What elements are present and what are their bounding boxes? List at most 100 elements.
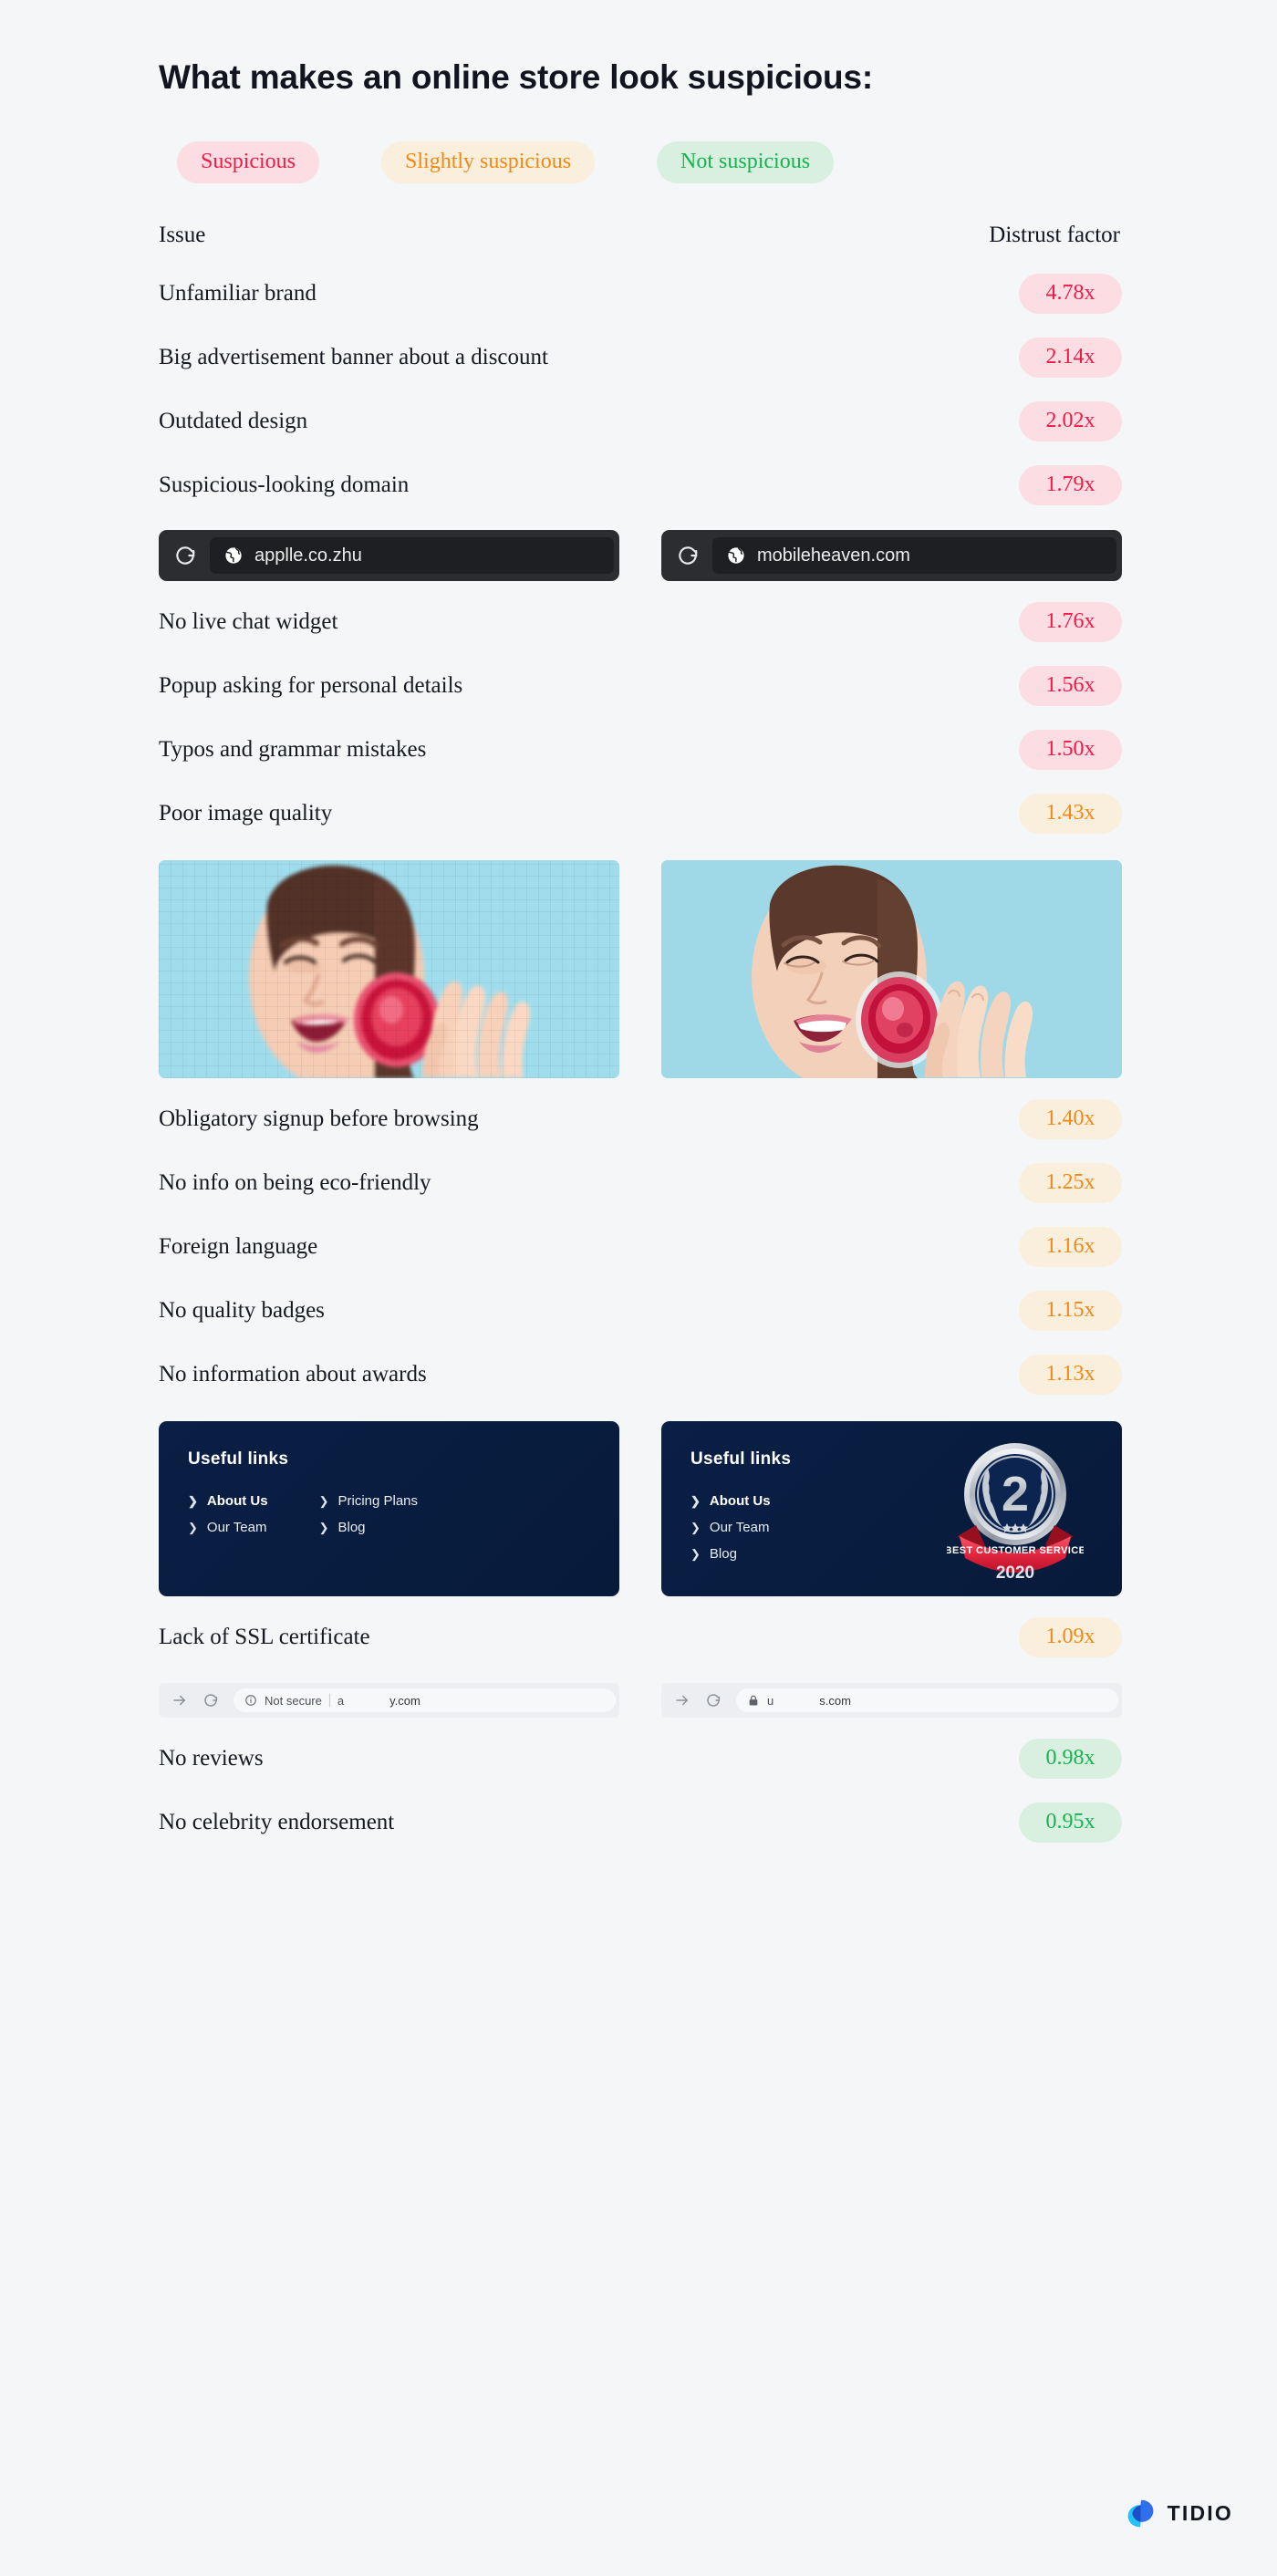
url-host: s.com	[819, 1693, 851, 1708]
row-label: Big advertisement banner about a discoun…	[159, 345, 548, 369]
row-label: Poor image quality	[159, 801, 333, 826]
row-label: No celebrity endorsement	[159, 1810, 395, 1834]
footer-link-about-us[interactable]: ❯ About Us	[690, 1493, 771, 1509]
table-row: No quality badges 1.15x	[159, 1287, 1122, 1334]
woman-with-cosmetic-jar-image	[661, 860, 1122, 1079]
table-row: Obligatory signup before browsing 1.40x	[159, 1096, 1122, 1142]
reload-icon[interactable]	[202, 1692, 219, 1709]
status-badge: 1.25x	[1019, 1162, 1122, 1203]
table-row: Popup asking for personal details 1.56x	[159, 662, 1122, 709]
status-badge: 1.43x	[1019, 793, 1122, 834]
browser-bar-not-secure: Not secure a y.com	[159, 1683, 619, 1719]
table-row: Poor image quality 1.43x	[159, 790, 1122, 836]
chevron-right-icon: ❯	[690, 1521, 701, 1535]
status-badge: 2.14x	[1019, 337, 1122, 378]
status-badge: 1.16x	[1019, 1226, 1122, 1267]
legend-item-suspicious: Suspicious	[177, 141, 320, 184]
status-badge: 1.15x	[1019, 1290, 1122, 1331]
award-badge: 2 BEST CUSTOMER SERVICE 2020	[947, 1438, 1084, 1584]
forward-arrow-icon[interactable]	[171, 1692, 188, 1709]
table-row: No info on being eco-friendly 1.25x	[159, 1159, 1122, 1206]
reload-icon[interactable]	[173, 544, 197, 567]
forward-arrow-icon[interactable]	[674, 1692, 690, 1709]
footer-link-label: Blog	[709, 1546, 737, 1563]
status-badge: 1.09x	[1019, 1616, 1122, 1657]
footer-link-label: About Us	[206, 1493, 268, 1510]
best-customer-service-medal-icon: 2 BEST CUSTOMER SERVICE 2020	[947, 1443, 1084, 1583]
url-text: mobileheaven.com	[757, 545, 910, 566]
photo-low-quality	[159, 860, 619, 1079]
award-ribbon-text: BEST CUSTOMER SERVICE	[947, 1545, 1084, 1556]
status-badge: 1.76x	[1019, 601, 1122, 642]
footer-card-without-badge: Useful links ❯ About Us ❯ Our Team ❯ Pri…	[159, 1421, 619, 1597]
footer-link-label: Blog	[337, 1520, 366, 1536]
footer-link-label: About Us	[709, 1493, 771, 1510]
table-row: No live chat widget 1.76x	[159, 598, 1122, 645]
chevron-right-icon: ❯	[690, 1494, 701, 1509]
table-row: No reviews 0.98x	[159, 1735, 1122, 1781]
row-label: Popup asking for personal details	[159, 673, 463, 698]
page-title: What makes an online store look suspicio…	[159, 58, 873, 96]
footer-link-about-us[interactable]: ❯ About Us	[188, 1493, 268, 1509]
url-prefix: a	[337, 1693, 345, 1708]
reload-icon[interactable]	[676, 544, 700, 567]
status-badge: 1.56x	[1019, 665, 1122, 706]
legend-item-not-suspicious: Not suspicious	[657, 141, 835, 184]
row-label: No reviews	[159, 1746, 264, 1771]
table-row: Unfamiliar brand 4.78x	[159, 270, 1122, 317]
footer-link-pricing-plans[interactable]: ❯ Pricing Plans	[319, 1493, 418, 1509]
link-column: ❯ About Us ❯ Our Team	[188, 1493, 268, 1535]
award-number: 2	[1002, 1467, 1029, 1522]
link-column: ❯ About Us ❯ Our Team ❯ Blog	[690, 1493, 771, 1562]
table-row: Foreign language 1.16x	[159, 1223, 1122, 1270]
status-badge: 1.79x	[1019, 464, 1122, 505]
table-row: Lack of SSL certificate 1.09x	[159, 1614, 1122, 1660]
lock-icon	[749, 1695, 758, 1706]
status-badge: 1.13x	[1019, 1354, 1122, 1395]
url-host: y.com	[389, 1693, 420, 1708]
row-label: No info on being eco-friendly	[159, 1170, 431, 1195]
url-field[interactable]: u s.com	[736, 1688, 1118, 1713]
card-title: Useful links	[188, 1449, 289, 1470]
chevron-right-icon: ❯	[318, 1494, 329, 1509]
chevron-right-icon: ❯	[188, 1521, 198, 1535]
footer-link-our-team[interactable]: ❯ Our Team	[188, 1520, 268, 1535]
awards-example-group: Useful links ❯ About Us ❯ Our Team ❯ Pri…	[159, 1421, 1122, 1597]
footer-link-label: Pricing Plans	[337, 1493, 419, 1510]
woman-with-cosmetic-jar-image	[159, 860, 619, 1079]
footer-link-label: Our Team	[206, 1520, 267, 1536]
tidio-mark-icon	[1127, 2499, 1154, 2528]
row-label: Obligatory signup before browsing	[159, 1106, 479, 1131]
infographic-page: What makes an online store look suspicio…	[0, 0, 1277, 2576]
footer-link-blog[interactable]: ❯ Blog	[319, 1520, 418, 1535]
info-circle-icon	[245, 1695, 256, 1707]
url-field[interactable]: Not secure a y.com	[234, 1688, 616, 1713]
footer-link-blog[interactable]: ❯ Blog	[690, 1546, 771, 1562]
status-badge: 2.02x	[1019, 400, 1122, 441]
url-text: applle.co.zhu	[254, 545, 362, 566]
legend: Suspicious Slightly suspicious Not suspi…	[155, 141, 1122, 184]
divider	[328, 1694, 330, 1708]
browser-bar-suspicious-domain: applle.co.zhu	[159, 530, 619, 582]
distrust-table: Issue Distrust factor Unfamiliar brand 4…	[155, 223, 1122, 1845]
reload-icon[interactable]	[705, 1692, 722, 1709]
footer-card-with-badge: Useful links ❯ About Us ❯ Our Team ❯ Blo…	[661, 1421, 1122, 1597]
footer-link-our-team[interactable]: ❯ Our Team	[690, 1520, 771, 1535]
status-badge: 4.78x	[1019, 273, 1122, 314]
browser-bar-legit-domain: mobileheaven.com	[661, 530, 1122, 582]
table-row: No information about awards 1.13x	[159, 1351, 1122, 1397]
table-row: Typos and grammar mistakes 1.50x	[159, 726, 1122, 773]
row-label: Foreign language	[159, 1234, 318, 1259]
column-header-distrust-factor: Distrust factor	[989, 223, 1120, 248]
photo-high-quality	[661, 860, 1122, 1079]
chevron-right-icon: ❯	[318, 1521, 329, 1535]
row-label: Unfamiliar brand	[159, 281, 317, 306]
row-label: Lack of SSL certificate	[159, 1625, 370, 1649]
globe-icon	[224, 546, 243, 565]
url-field[interactable]: mobileheaven.com	[712, 537, 1116, 575]
table-row: No celebrity endorsement 0.95x	[159, 1799, 1122, 1845]
not-secure-warning: Not secure	[265, 1693, 322, 1708]
row-label: No live chat widget	[159, 609, 338, 634]
url-field[interactable]: applle.co.zhu	[210, 537, 614, 575]
table-header: Issue Distrust factor	[159, 223, 1122, 253]
